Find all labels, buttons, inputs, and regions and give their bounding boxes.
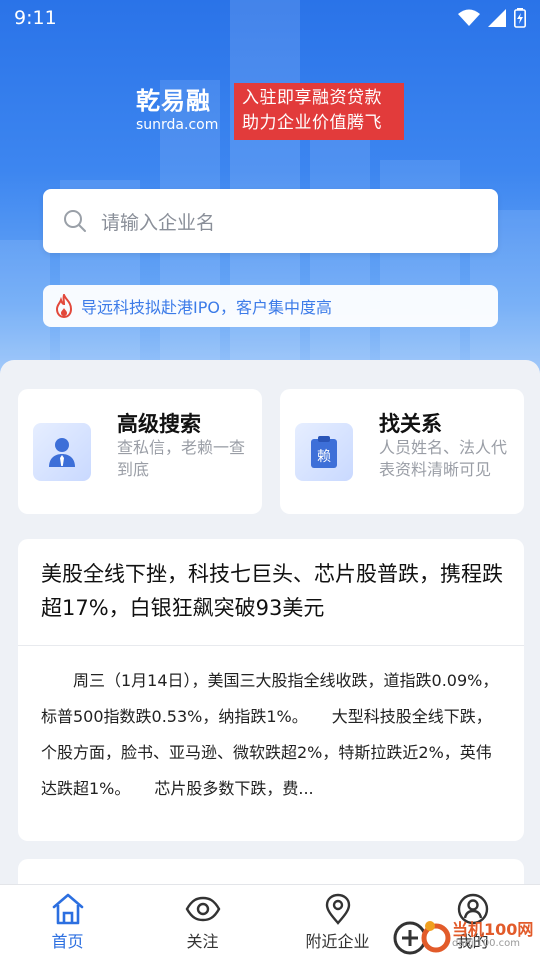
- watermark-text-group: 当机100网 danji100.com: [452, 922, 533, 950]
- home-icon: [52, 893, 83, 925]
- advanced-search-card[interactable]: 高级搜索 查私信，老赖一查到底: [18, 389, 262, 514]
- slogan-line-2: 助力企业价值腾飞: [242, 113, 382, 133]
- news-body: 周三（1月14日），美国三大股指全线收跌，道指跌0.09%，标普500指数跌0.…: [41, 671, 499, 798]
- feature-desc: 查私信，老赖一查到底: [117, 438, 246, 479]
- tab-label: 关注: [186, 932, 219, 951]
- person-tie-icon: [33, 423, 91, 481]
- news-ticker[interactable]: 导远科技拟赴港IPO，客户集中度高: [43, 285, 498, 327]
- fire-icon: [55, 294, 73, 318]
- tab-nearby[interactable]: 附近企业: [270, 885, 405, 960]
- brand-domain: sunrda.com: [136, 117, 219, 133]
- news-card[interactable]: 美股全线下挫，科技七巨头、芯片股普跌，携程跌超17%，白银狂飙突破93美元 周三…: [18, 539, 524, 841]
- watermark-text: 当机100网: [452, 920, 534, 939]
- brand-logo: 乾易融 sunrda.com: [136, 88, 218, 134]
- search-icon: [64, 210, 86, 232]
- status-time: 9:11: [14, 7, 57, 29]
- feature-title: 找关系: [379, 412, 442, 436]
- tab-follow[interactable]: 关注: [135, 885, 270, 960]
- eye-icon: [185, 896, 220, 922]
- watermark: 当机100网 danji100.com: [392, 916, 533, 956]
- search-placeholder: 请输入企业名: [101, 211, 216, 234]
- tab-label: 首页: [51, 932, 84, 951]
- watermark-sub: danji100.com: [452, 938, 520, 949]
- tab-home[interactable]: 首页: [0, 885, 135, 960]
- clipboard-lai-icon: 赖: [295, 423, 353, 481]
- news-headline: 美股全线下挫，科技七巨头、芯片股普跌，携程跌超17%，白银狂飙突破93美元: [41, 562, 503, 620]
- location-pin-icon: [325, 893, 350, 925]
- feature-title: 高级搜索: [117, 412, 201, 436]
- battery-icon: [514, 8, 526, 28]
- wifi-icon: [458, 9, 480, 26]
- watermark-logo-icon: [393, 921, 451, 955]
- brand-slogan: 入驻即享融资贷款 助力企业价值腾飞: [234, 83, 404, 140]
- ticker-text: 导远科技拟赴港IPO，客户集中度高: [81, 298, 332, 317]
- clipboard-char: 赖: [317, 449, 331, 465]
- slogan-line-1: 入驻即享融资贷款: [242, 88, 382, 108]
- find-relation-card[interactable]: 赖 找关系 人员姓名、法人代表资料清晰可见: [280, 389, 524, 514]
- status-icons: [458, 8, 526, 28]
- divider: [18, 645, 524, 646]
- status-bar: 9:11: [0, 0, 540, 36]
- signal-icon: [488, 9, 506, 27]
- feature-desc: 人员姓名、法人代表资料清晰可见: [379, 438, 508, 479]
- search-input[interactable]: 请输入企业名: [43, 189, 498, 253]
- brand-name: 乾易融: [136, 87, 211, 115]
- tab-label: 附近企业: [305, 932, 370, 951]
